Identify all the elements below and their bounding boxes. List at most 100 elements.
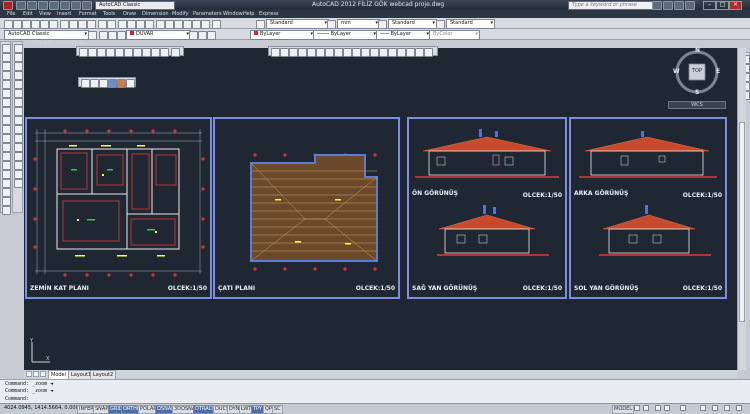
make-block-icon[interactable] [2,152,11,161]
polygon-icon[interactable] [2,71,11,80]
view-iso-ne-icon[interactable] [151,48,160,57]
break-icon[interactable] [14,143,23,152]
mtext-icon[interactable] [2,206,11,215]
view-top-icon[interactable] [79,48,88,57]
make-current-icon[interactable] [189,31,198,40]
inspection-icon[interactable] [406,48,415,57]
text-style-dropdown[interactable]: Standard ▾ [266,19,329,29]
lightbulb-icon[interactable] [108,31,117,40]
drawing-canvas[interactable]: ZEMİN KAT PLANI OLCEK:1/50 ÇATI PLANI OL… [24,46,737,370]
rotate-icon[interactable] [14,98,23,107]
copy-object-icon[interactable] [14,53,23,62]
linear-dim-icon[interactable] [271,48,280,57]
application-menu-icon[interactable] [3,1,13,10]
menu-format[interactable]: Format [79,11,97,17]
pan-icon[interactable] [118,20,127,29]
view-iso-nw-icon[interactable] [160,48,169,57]
layer-properties-icon[interactable] [99,31,108,40]
panel-floor-plan[interactable]: ZEMİN KAT PLANI OLCEK:1/50 [25,117,212,299]
markup-icon[interactable] [192,20,201,29]
menu-parameters[interactable]: Parameters [193,11,222,17]
vertical-scrollbar[interactable] [737,48,746,370]
search-input[interactable]: Type a keyword or phrase [568,1,653,10]
panel-back-left-elevations[interactable]: ARKA GÖRÜNÜŞ OLCEK:1/50 SOL YAN GÖRÜNÜŞ … [569,117,727,299]
erase-icon[interactable] [14,44,23,53]
isolate-objects-icon[interactable] [724,405,730,411]
menu-file[interactable]: File [7,11,15,17]
copy-icon[interactable] [69,20,78,29]
preview-icon[interactable] [40,20,49,29]
tool-palettes-icon[interactable] [174,20,183,29]
menu-dimension[interactable]: Dimension [142,11,169,17]
camera-icon[interactable] [171,48,180,57]
view-front-icon[interactable] [115,48,124,57]
realistic-icon[interactable] [108,79,117,88]
insert-block-icon[interactable] [2,143,11,152]
panel-roof-plan[interactable]: ÇATI PLANI OLCEK:1/50 [213,117,400,299]
properties-icon[interactable] [156,20,165,29]
view-left-icon[interactable] [97,48,106,57]
chamfer-icon[interactable] [14,161,23,170]
tab-next-icon[interactable] [40,371,46,377]
menu-modify[interactable]: Modify [172,11,189,17]
rectangle-icon[interactable] [2,80,11,89]
undo-icon[interactable] [71,1,81,10]
tab-prev-icon[interactable] [33,371,39,377]
workspace-settings-icon[interactable] [88,31,97,40]
hidden-icon[interactable] [99,79,108,88]
new-icon[interactable] [16,1,26,10]
line-icon[interactable] [2,44,11,53]
star-icon[interactable] [674,1,684,10]
zoom-window-icon[interactable] [136,20,145,29]
quick-view-drawings-icon[interactable] [643,405,649,411]
jogged-icon[interactable] [316,48,325,57]
view-iso-se-icon[interactable] [142,48,151,57]
open-icon[interactable] [27,1,37,10]
wireframe-3d-icon[interactable] [90,79,99,88]
layer-previous-icon[interactable] [198,31,207,40]
arc-length-icon[interactable] [289,48,298,57]
coordinates-readout[interactable]: 4024.0945, 1414.5664, 0.0000 [4,405,82,412]
plot-style-control[interactable]: ByColor ▾ [429,30,480,40]
conceptual-icon[interactable] [117,79,126,88]
scroll-thumb[interactable] [739,122,745,322]
gradient-icon[interactable] [2,179,11,188]
menu-express[interactable]: Express [259,11,279,17]
ellipse-arc-icon[interactable] [2,134,11,143]
table-icon[interactable] [2,197,11,206]
view-iso-sw-icon[interactable] [133,48,142,57]
spline-icon[interactable] [2,116,11,125]
ordinate-icon[interactable] [298,48,307,57]
lineweight-control[interactable]: ─── ByLayer ▾ [376,30,431,40]
trim-icon[interactable] [14,125,23,134]
menu-window[interactable]: Window [223,11,243,17]
offset-icon[interactable] [14,71,23,80]
view-right-icon[interactable] [106,48,115,57]
search-icon[interactable] [652,1,662,10]
communication-center-icon[interactable] [663,1,673,10]
command-prompt[interactable]: Command: [5,396,29,402]
ellipse-icon[interactable] [2,125,11,134]
arc-icon[interactable] [2,89,11,98]
tab-first-icon[interactable] [26,371,32,377]
wireframe-2d-icon[interactable] [81,79,90,88]
viewcube-west[interactable]: W [673,68,680,75]
publish-icon[interactable] [49,20,58,29]
dim-edit-icon[interactable] [415,48,424,57]
print-icon[interactable] [31,20,40,29]
fillet-icon[interactable] [14,170,23,179]
linetype-control[interactable]: ──── ByLayer ▾ [313,30,378,40]
zoom-status-icon[interactable] [664,405,670,411]
view-bottom-icon[interactable] [88,48,97,57]
wcs-menu[interactable]: WCS [668,101,726,109]
explode-icon[interactable] [14,179,23,188]
panel-front-right-elevations[interactable]: ÖN GÖRÜNÜŞ OLCEK:1/50 SAĞ YAN GÖRÜNÜŞ OL… [407,117,567,299]
save-file-icon[interactable] [22,20,31,29]
workspace-dropdown[interactable]: AutoCAD Classic [95,1,175,10]
array-icon[interactable] [14,80,23,89]
save-icon[interactable] [38,1,48,10]
menu-draw[interactable]: Draw [123,11,136,17]
redo-toolbar-icon[interactable] [107,20,116,29]
design-center-icon[interactable] [165,20,174,29]
point-icon[interactable] [2,161,11,170]
